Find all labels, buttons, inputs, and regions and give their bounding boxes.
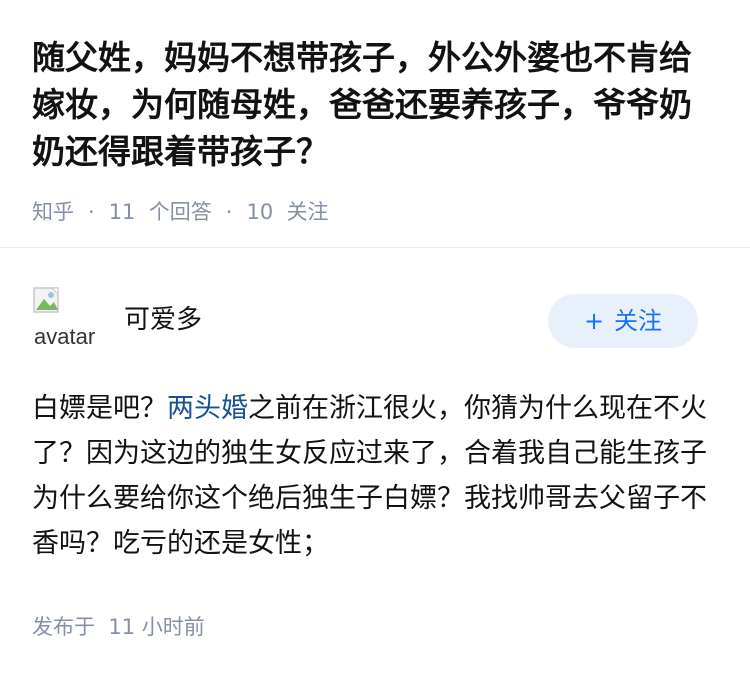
question-header: 随父姓，妈妈不想带孩子，外公外婆也不肯给嫁妆，为何随母姓，爸爸还要养孩子，爷爷奶… (0, 0, 750, 246)
broken-image-icon (33, 287, 59, 313)
separator-dot: · (88, 200, 95, 224)
answers-count: 11 (108, 200, 136, 224)
answers-label: 个回答 (148, 200, 212, 224)
published-value: 11 小时前 (108, 615, 205, 639)
avatar[interactable]: avatar (32, 286, 100, 354)
plus-icon: + (583, 307, 605, 335)
content-link[interactable]: 两头婚 (167, 393, 248, 424)
followers-count: 10 (246, 200, 274, 224)
follow-button[interactable]: + 关注 (548, 294, 698, 348)
answers-count-link[interactable]: 11 个回答 (109, 200, 212, 224)
question-title[interactable]: 随父姓，妈妈不想带孩子，外公外婆也不肯给嫁妆，为何随母姓，爸爸还要养孩子，爷爷奶… (32, 34, 722, 175)
followers-count-link[interactable]: 10 关注 (246, 200, 328, 224)
follow-label: 关注 (614, 307, 663, 335)
content-text: 白嫖是吧？ (32, 393, 167, 424)
separator-dot: · (225, 200, 233, 224)
answer-card: avatar 可爱多 + 关注 白嫖是吧？两头婚之前在浙江很火，你猜为什么现在不火… (0, 248, 750, 678)
followers-label: 关注 (286, 200, 329, 224)
author-name[interactable]: 可爱多 (124, 302, 202, 338)
avatar-alt-text: avatar (34, 324, 96, 349)
published-time: 发布于 11 小时前 (32, 612, 205, 642)
source-label[interactable]: 知乎 (32, 200, 74, 224)
published-label: 发布于 (32, 615, 95, 639)
answer-content: 白嫖是吧？两头婚之前在浙江很火，你猜为什么现在不火了？因为这边的独生女反应过来了… (32, 386, 722, 566)
question-meta: 知乎 · 11 个回答 · 10 关注 (32, 197, 329, 227)
